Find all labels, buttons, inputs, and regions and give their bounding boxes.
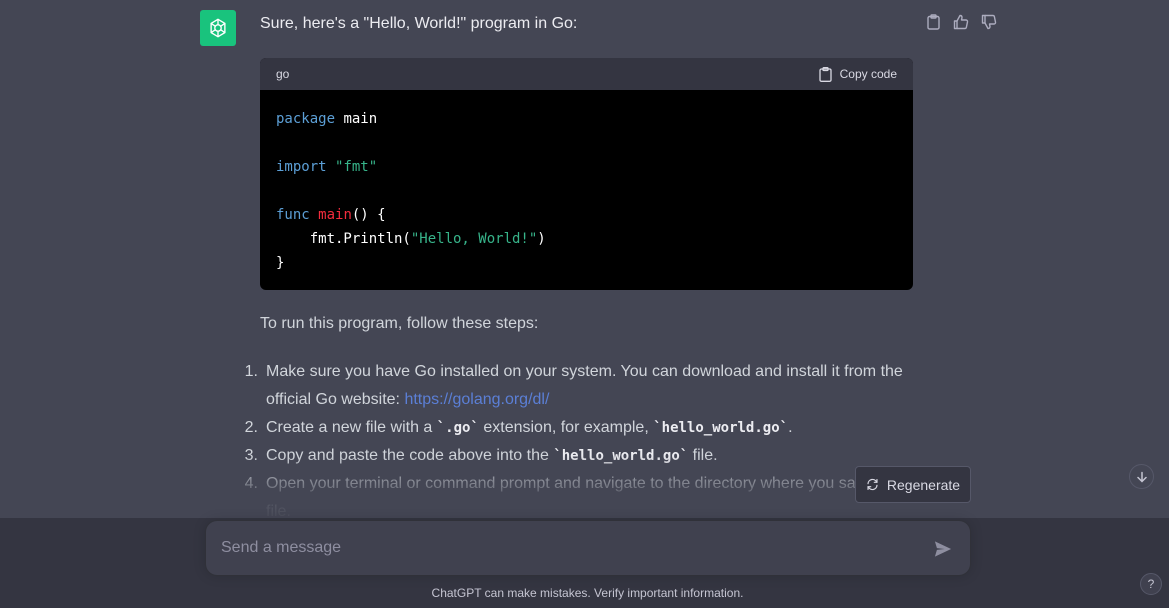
refresh-icon <box>867 478 878 491</box>
step-text: Copy and paste the code above into the `… <box>266 442 916 470</box>
step-text-part: extension, for example, <box>478 419 654 436</box>
copy-code-button[interactable]: Copy code <box>818 66 897 82</box>
code-keyword: package <box>276 111 336 127</box>
step-text-part: Make sure you have Go installed on your … <box>266 363 903 408</box>
thumbs-up-button[interactable] <box>951 12 971 32</box>
step-text-part: file. <box>688 447 718 464</box>
list-item: 3. Copy and paste the code above into th… <box>236 442 916 470</box>
step-number: 1. <box>244 363 258 380</box>
message-input[interactable] <box>206 521 906 575</box>
arrow-down-icon <box>1136 471 1147 483</box>
list-item: 2. Create a new file with a `.go` extens… <box>236 414 916 442</box>
step-number: 3. <box>244 447 258 464</box>
code-line-3: import "fmt" <box>276 155 897 179</box>
thumbs-up-icon <box>953 14 969 30</box>
thumbs-down-icon <box>981 14 997 30</box>
step-text-part: Create a new file with a <box>266 419 437 436</box>
code-block-header: go Copy code <box>260 58 913 90</box>
copy-message-button[interactable] <box>923 12 943 32</box>
code-text: () { <box>351 207 386 223</box>
step-number: 2. <box>244 419 258 436</box>
list-item: 1. Make sure you have Go installed on yo… <box>236 358 916 414</box>
step-text: Create a new file with a `.go` extension… <box>266 414 916 442</box>
message-actions <box>923 12 999 32</box>
code-string: "fmt" <box>335 159 378 175</box>
chat-page: Sure, here's a "Hello, World!" program i… <box>0 0 1169 608</box>
thumbs-down-button[interactable] <box>979 12 999 32</box>
help-button[interactable]: ? <box>1140 573 1162 595</box>
code-line-1: package main <box>276 107 897 131</box>
send-icon <box>934 541 952 557</box>
message-composer <box>205 520 971 576</box>
code-text: fmt.Println( <box>276 231 411 247</box>
code-text: ) <box>537 231 546 247</box>
assistant-avatar <box>200 10 236 46</box>
code-keyword: func <box>276 207 310 223</box>
code-language-label: go <box>276 67 290 81</box>
code-text: } <box>276 255 285 271</box>
inline-code: `hello_world.go` <box>653 420 789 436</box>
regenerate-label: Regenerate <box>886 476 961 493</box>
step-text-part: Copy and paste the code above into the <box>266 447 554 464</box>
copy-icon <box>926 14 940 30</box>
openai-logo-icon <box>210 18 226 38</box>
assistant-intro-text: Sure, here's a "Hello, World!" program i… <box>260 15 578 32</box>
golang-download-link[interactable]: https://golang.org/dl/ <box>404 391 549 408</box>
code-line-6: fmt.Println("Hello, World!") <box>276 227 897 251</box>
code-line-7: } <box>276 251 897 275</box>
code-block: go Copy code package main import "fmt" f… <box>260 58 913 290</box>
code-function: main <box>318 207 352 223</box>
code-text: main <box>335 111 378 127</box>
steps-list: 1. Make sure you have Go installed on yo… <box>236 358 916 526</box>
regenerate-button[interactable]: Regenerate <box>855 466 971 503</box>
inline-code: `.go` <box>436 420 479 436</box>
inline-code: `hello_world.go` <box>553 448 689 464</box>
send-button[interactable] <box>932 538 954 560</box>
code-line-5: func main() { <box>276 203 897 227</box>
step-text-part: . <box>788 419 793 436</box>
instructions-lead: To run this program, follow these steps: <box>260 315 539 332</box>
code-content: package main import "fmt" func main() { … <box>260 90 913 275</box>
disclaimer-text: ChatGPT can make mistakes. Verify import… <box>431 586 744 600</box>
scroll-to-bottom-button[interactable] <box>1129 464 1154 489</box>
clipboard-icon <box>818 66 832 82</box>
copy-code-label: Copy code <box>839 67 897 81</box>
step-text: Make sure you have Go installed on your … <box>266 358 916 414</box>
code-keyword: import <box>276 159 327 175</box>
code-string: "Hello, World!" <box>410 231 538 247</box>
